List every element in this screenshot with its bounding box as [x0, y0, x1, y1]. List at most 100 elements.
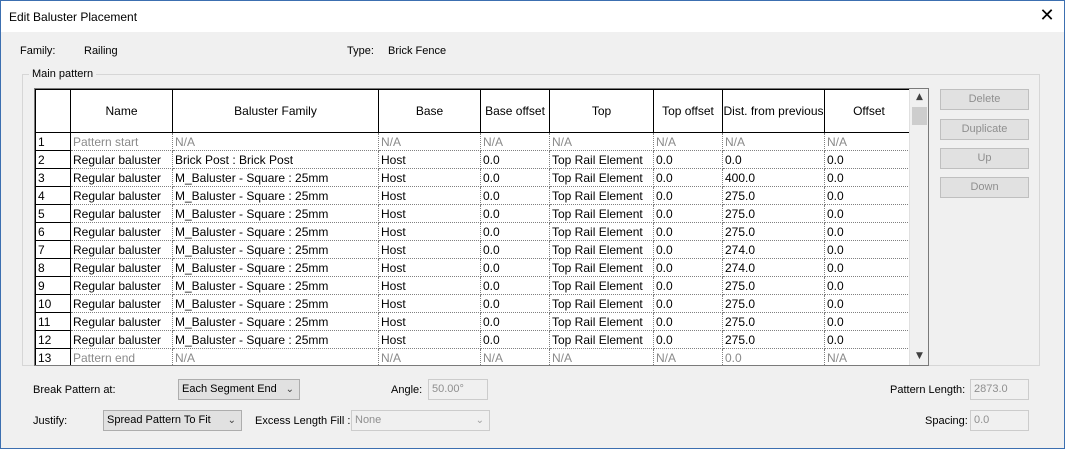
table-cell[interactable]: 0.0 [824, 204, 914, 223]
table-cell[interactable]: M_Baluster - Square : 25mm [172, 168, 379, 187]
table-cell[interactable]: Regular baluster [70, 330, 173, 349]
table-row[interactable]: 2 Regular baluster Brick Post : Brick Post… [35, 150, 914, 169]
table-cell[interactable]: 400.0 [722, 168, 825, 187]
table-cell[interactable]: M_Baluster - Square : 25mm [172, 204, 379, 223]
table-row[interactable]: 3 Regular baluster M_Baluster - Square : 2… [35, 168, 914, 187]
table-row[interactable]: 10 Regular baluster M_Baluster - Square : … [35, 294, 914, 313]
spacing-field[interactable]: 0.0 [970, 410, 1029, 431]
down-button[interactable]: Down [940, 177, 1029, 198]
table-cell[interactable]: Pattern end [70, 348, 173, 365]
table-cell[interactable]: N/A [653, 132, 723, 151]
pattern-grid[interactable]: Name Baluster Family Base Base offset Top Top… [34, 88, 929, 366]
table-cell[interactable]: 275.0 [722, 204, 825, 223]
table-cell[interactable]: M_Baluster - Square : 25mm [172, 258, 379, 277]
table-cell[interactable]: Regular baluster [70, 168, 173, 187]
table-cell[interactable]: Host [378, 240, 481, 259]
table-cell[interactable]: 0.0 [653, 294, 723, 313]
table-cell[interactable]: 0.0 [480, 330, 550, 349]
table-row[interactable]: 4 Regular baluster M_Baluster - Square : 2… [35, 186, 914, 205]
table-cell[interactable]: 275.0 [722, 330, 825, 349]
table-cell[interactable]: Top Rail Element [549, 222, 654, 241]
table-cell[interactable]: Top Rail Element [549, 258, 654, 277]
table-cell[interactable]: 275.0 [722, 186, 825, 205]
table-cell[interactable]: 275.0 [722, 222, 825, 241]
table-cell[interactable]: M_Baluster - Square : 25mm [172, 312, 379, 331]
scroll-up-icon[interactable]: ▲ [910, 89, 929, 106]
table-cell[interactable]: 0.0 [480, 150, 550, 169]
table-cell[interactable]: Top Rail Element [549, 150, 654, 169]
table-row[interactable]: 11 Regular baluster M_Baluster - Square : … [35, 312, 914, 331]
column-header[interactable]: Top offset [653, 89, 723, 133]
table-cell[interactable]: Top Rail Element [549, 168, 654, 187]
delete-button[interactable]: Delete [940, 89, 1029, 110]
table-cell[interactable]: 0.0 [722, 348, 825, 365]
table-cell[interactable]: 0.0 [824, 168, 914, 187]
table-cell[interactable]: N/A [480, 348, 550, 365]
table-cell[interactable]: Regular baluster [70, 150, 173, 169]
table-cell[interactable]: Host [378, 276, 481, 295]
table-cell[interactable]: Regular baluster [70, 258, 173, 277]
column-header[interactable]: Top [549, 89, 654, 133]
table-cell[interactable]: 275.0 [722, 294, 825, 313]
table-cell[interactable]: 0.0 [480, 186, 550, 205]
scroll-down-icon[interactable]: ▼ [910, 348, 929, 365]
table-cell[interactable]: M_Baluster - Square : 25mm [172, 294, 379, 313]
table-cell[interactable]: 0.0 [653, 276, 723, 295]
table-cell[interactable]: 0.0 [824, 240, 914, 259]
table-cell[interactable]: 0.0 [824, 312, 914, 331]
table-cell[interactable]: 0.0 [824, 258, 914, 277]
table-cell[interactable]: 0.0 [653, 222, 723, 241]
table-cell[interactable]: N/A [378, 132, 481, 151]
table-cell[interactable]: N/A [172, 348, 379, 365]
table-cell[interactable]: Top Rail Element [549, 294, 654, 313]
table-cell[interactable]: Host [378, 168, 481, 187]
table-row[interactable]: 6 Regular baluster M_Baluster - Square : 2… [35, 222, 914, 241]
table-cell[interactable]: Top Rail Element [549, 240, 654, 259]
table-cell[interactable]: 0.0 [824, 330, 914, 349]
break-pattern-select[interactable]: Each Segment End ⌄ [178, 379, 300, 400]
table-cell[interactable]: M_Baluster - Square : 25mm [172, 276, 379, 295]
table-cell[interactable]: Host [378, 312, 481, 331]
table-cell[interactable]: Host [378, 204, 481, 223]
table-cell[interactable]: N/A [480, 132, 550, 151]
table-cell[interactable]: N/A [824, 348, 914, 365]
table-cell[interactable]: Pattern start [70, 132, 173, 151]
table-cell[interactable]: 0.0 [480, 294, 550, 313]
table-cell[interactable]: 0.0 [480, 168, 550, 187]
table-cell[interactable]: 0.0 [653, 168, 723, 187]
table-cell[interactable]: 0.0 [653, 204, 723, 223]
table-cell[interactable]: 0.0 [824, 276, 914, 295]
table-cell[interactable]: M_Baluster - Square : 25mm [172, 222, 379, 241]
table-row[interactable]: 12 Regular baluster M_Baluster - Square : … [35, 330, 914, 349]
table-cell[interactable]: Host [378, 330, 481, 349]
table-cell[interactable]: 0.0 [653, 186, 723, 205]
column-header[interactable]: Baluster Family [172, 89, 379, 133]
table-cell[interactable]: Brick Post : Brick Post [172, 150, 379, 169]
table-cell[interactable]: Top Rail Element [549, 204, 654, 223]
table-cell[interactable]: Host [378, 258, 481, 277]
table-cell[interactable]: N/A [549, 348, 654, 365]
table-cell[interactable]: 274.0 [722, 258, 825, 277]
table-cell[interactable]: Host [378, 150, 481, 169]
table-cell[interactable]: 274.0 [722, 240, 825, 259]
table-cell[interactable]: 0.0 [653, 330, 723, 349]
table-cell[interactable]: Regular baluster [70, 276, 173, 295]
table-cell[interactable]: Top Rail Element [549, 186, 654, 205]
column-header[interactable]: Offset [824, 89, 914, 133]
table-row[interactable]: 9 Regular baluster M_Baluster - Square : 2… [35, 276, 914, 295]
table-cell[interactable]: N/A [824, 132, 914, 151]
close-icon[interactable]: ✕ [1034, 4, 1060, 28]
table-cell[interactable]: M_Baluster - Square : 25mm [172, 330, 379, 349]
table-cell[interactable]: Regular baluster [70, 222, 173, 241]
table-cell[interactable]: 0.0 [480, 240, 550, 259]
table-row[interactable]: 5 Regular baluster M_Baluster - Square : 2… [35, 204, 914, 223]
table-cell[interactable]: 0.0 [653, 240, 723, 259]
table-row[interactable]: 8 Regular baluster M_Baluster - Square : 2… [35, 258, 914, 277]
table-cell[interactable]: M_Baluster - Square : 25mm [172, 240, 379, 259]
table-cell[interactable]: Host [378, 294, 481, 313]
table-cell[interactable]: 0.0 [480, 204, 550, 223]
column-header[interactable]: Dist. from previous [722, 89, 825, 133]
table-row[interactable]: 13 Pattern end N/A N/A N/A N/A N/A 0.0 N/A [35, 348, 914, 365]
column-header-row-number[interactable] [35, 89, 71, 133]
table-cell[interactable]: Top Rail Element [549, 312, 654, 331]
